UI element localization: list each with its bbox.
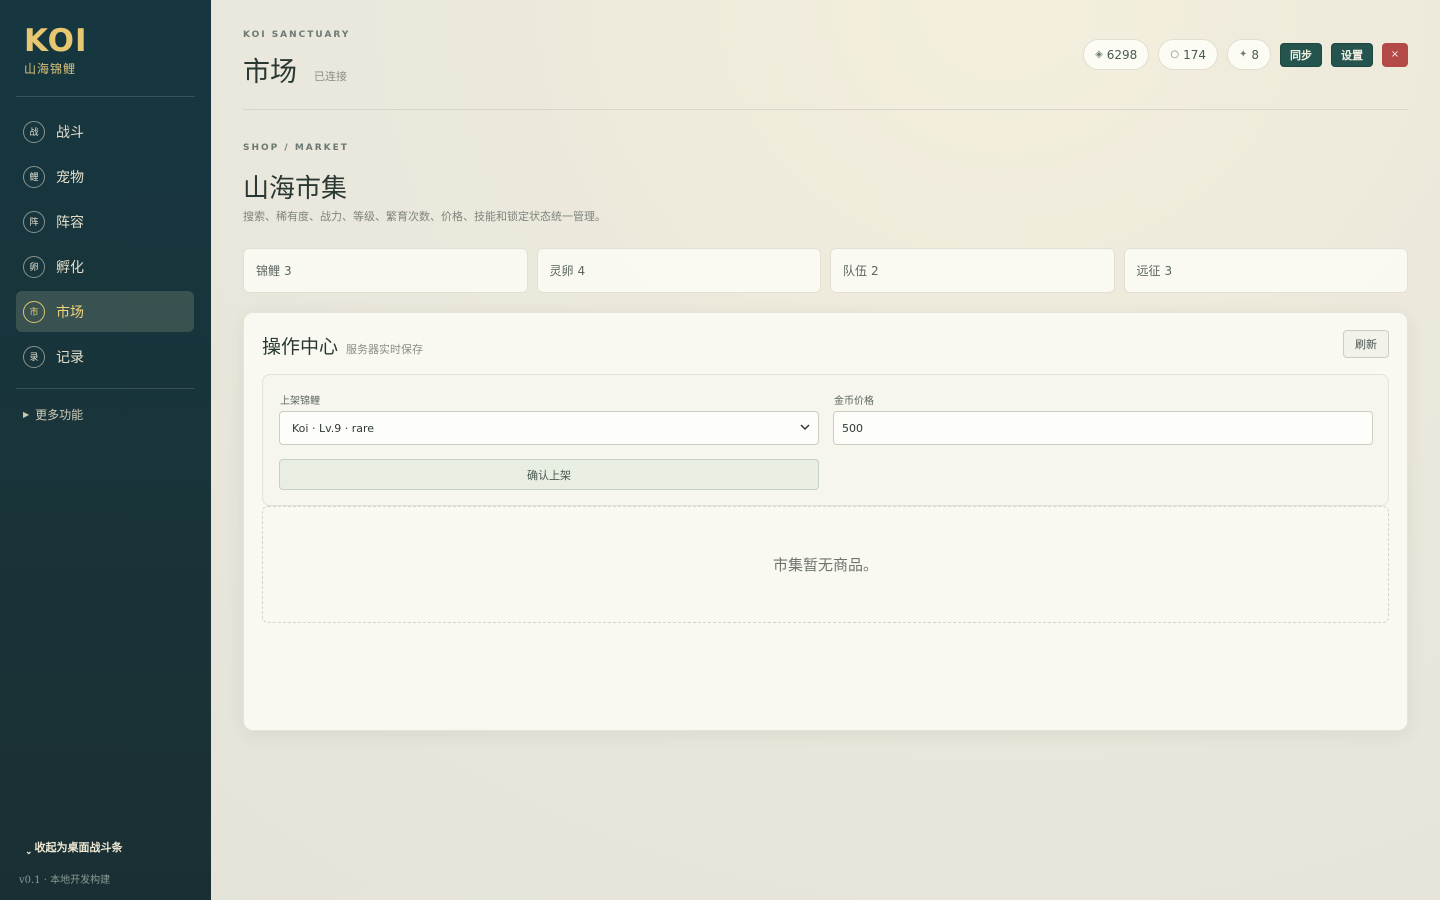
records-icon: 录	[23, 345, 45, 368]
triangle-right-icon: ▶	[23, 410, 30, 419]
currency-gems: ◈ 6298	[1083, 39, 1150, 70]
stat-label: 远征	[1136, 264, 1161, 278]
section-kicker: SHOP / MARKET	[243, 143, 349, 153]
sync-button[interactable]: 同步	[1280, 42, 1322, 67]
formation-icon: 阵	[23, 210, 45, 233]
egg-icon: 卵	[23, 255, 45, 278]
stat-expeditions: 远征 3	[1123, 248, 1408, 293]
sidebar-item-lineup[interactable]: 阵 阵容	[16, 201, 194, 242]
more-features-toggle[interactable]: ▶ 更多功能	[23, 406, 83, 423]
currency-value: 6298	[1106, 47, 1138, 62]
sidebar-item-label: 孵化	[56, 259, 84, 276]
close-button[interactable]: ×	[1382, 42, 1408, 67]
stat-eggs: 灵卵 4	[536, 248, 821, 293]
connection-status: 已连接	[314, 70, 347, 83]
stat-value: 3	[284, 263, 292, 278]
operation-center-card: 操作中心 服务器实时保存 刷新 上架锦鲤 Koi · Lv.9 · rare 金…	[243, 312, 1408, 731]
stats-row: 锦鲤 3 灵卵 4 队伍 2 远征 3	[243, 248, 1408, 293]
empty-message: 市集暂无商品。	[772, 556, 878, 574]
currency-value: 8	[1251, 47, 1259, 62]
sidebar-item-label: 宠物	[56, 169, 84, 186]
battle-icon: 战	[23, 120, 45, 143]
section-title: 山海市集	[243, 174, 348, 204]
listing-form: 上架锦鲤 Koi · Lv.9 · rare 金币价格 500 确认上架	[262, 374, 1389, 506]
stat-value: 2	[871, 263, 879, 278]
chevron-down-icon	[800, 424, 810, 431]
sidebar-item-label: 记录	[56, 349, 84, 366]
sidebar-item-records[interactable]: 录 记录	[16, 336, 194, 377]
collapse-to-battle-bar-button[interactable]: ⌄ 收起为桌面战斗条	[25, 839, 123, 857]
sidebar-item-label: 市场	[56, 304, 84, 321]
currency-rings: ○ 174	[1158, 39, 1218, 70]
header-divider	[243, 109, 1408, 110]
sidebar-item-market[interactable]: 市 市场	[16, 291, 194, 332]
refresh-button[interactable]: 刷新	[1343, 330, 1389, 358]
listing-koi-label: 上架锦鲤	[280, 396, 320, 407]
stat-value: 4	[577, 263, 586, 278]
logo-subtitle: 山海锦鲤	[24, 62, 77, 76]
sidebar-item-battle[interactable]: 战 战斗	[16, 111, 194, 152]
market-empty-state: 市集暂无商品。	[262, 506, 1389, 623]
price-value: 500	[842, 421, 863, 435]
header-toolbar: ◈ 6298 ○ 174 ✦ 8 同步 设置 ×	[1083, 39, 1408, 70]
currency-stars: ✦ 8	[1226, 39, 1271, 70]
confirm-listing-button[interactable]: 确认上架	[279, 459, 819, 490]
listing-koi-select[interactable]: Koi · Lv.9 · rare	[279, 411, 819, 445]
ring-icon: ○	[1170, 49, 1180, 60]
stat-label: 灵卵	[549, 264, 574, 278]
sidebar-item-hatch[interactable]: 卵 孵化	[16, 246, 194, 287]
sidebar-nav: 战 战斗 鲤 宠物 阵 阵容 卵 孵化 市 市场 录 记录	[16, 111, 194, 381]
price-input[interactable]: 500	[833, 411, 1373, 445]
stat-koi: 锦鲤 3	[243, 248, 528, 293]
more-features-label: 更多功能	[35, 408, 84, 422]
koi-icon: 鲤	[23, 165, 45, 188]
section-description: 搜索、稀有度、战力、等级、繁育次数、价格、技能和锁定状态统一管理。	[243, 210, 606, 223]
sidebar: KOI 山海锦鲤 战 战斗 鲤 宠物 阵 阵容 卵 孵化 市 市场 录 记录 ▶…	[0, 0, 211, 900]
sidebar-item-pets[interactable]: 鲤 宠物	[16, 156, 194, 197]
sidebar-divider	[16, 388, 194, 389]
version-label: v0.1 · 本地开发构建	[19, 875, 111, 886]
stat-label: 队伍	[843, 264, 868, 278]
logo-title: KOI	[24, 23, 88, 59]
selected-value: Koi · Lv.9 · rare	[292, 421, 375, 435]
card-title: 操作中心	[262, 336, 339, 358]
page-title: 市场	[243, 57, 297, 88]
chevron-down-icon: ⌄	[25, 847, 33, 857]
card-subtitle: 服务器实时保存	[346, 343, 423, 356]
stat-teams: 队伍 2	[830, 248, 1115, 293]
currency-value: 174	[1183, 47, 1206, 62]
logo: KOI 山海锦鲤	[24, 22, 88, 77]
stat-label: 锦鲤	[256, 264, 281, 278]
settings-button[interactable]: 设置	[1331, 42, 1373, 67]
sidebar-item-label: 战斗	[56, 124, 84, 141]
sidebar-divider	[16, 96, 195, 97]
market-icon: 市	[23, 300, 45, 323]
header-kicker: KOI SANCTUARY	[243, 30, 351, 40]
star-icon: ✦	[1238, 49, 1248, 60]
collapse-label: 收起为桌面战斗条	[34, 841, 123, 854]
price-label: 金币价格	[834, 396, 874, 407]
gem-icon: ◈	[1095, 49, 1103, 60]
stat-value: 3	[1164, 263, 1173, 278]
sidebar-item-label: 阵容	[56, 214, 84, 231]
